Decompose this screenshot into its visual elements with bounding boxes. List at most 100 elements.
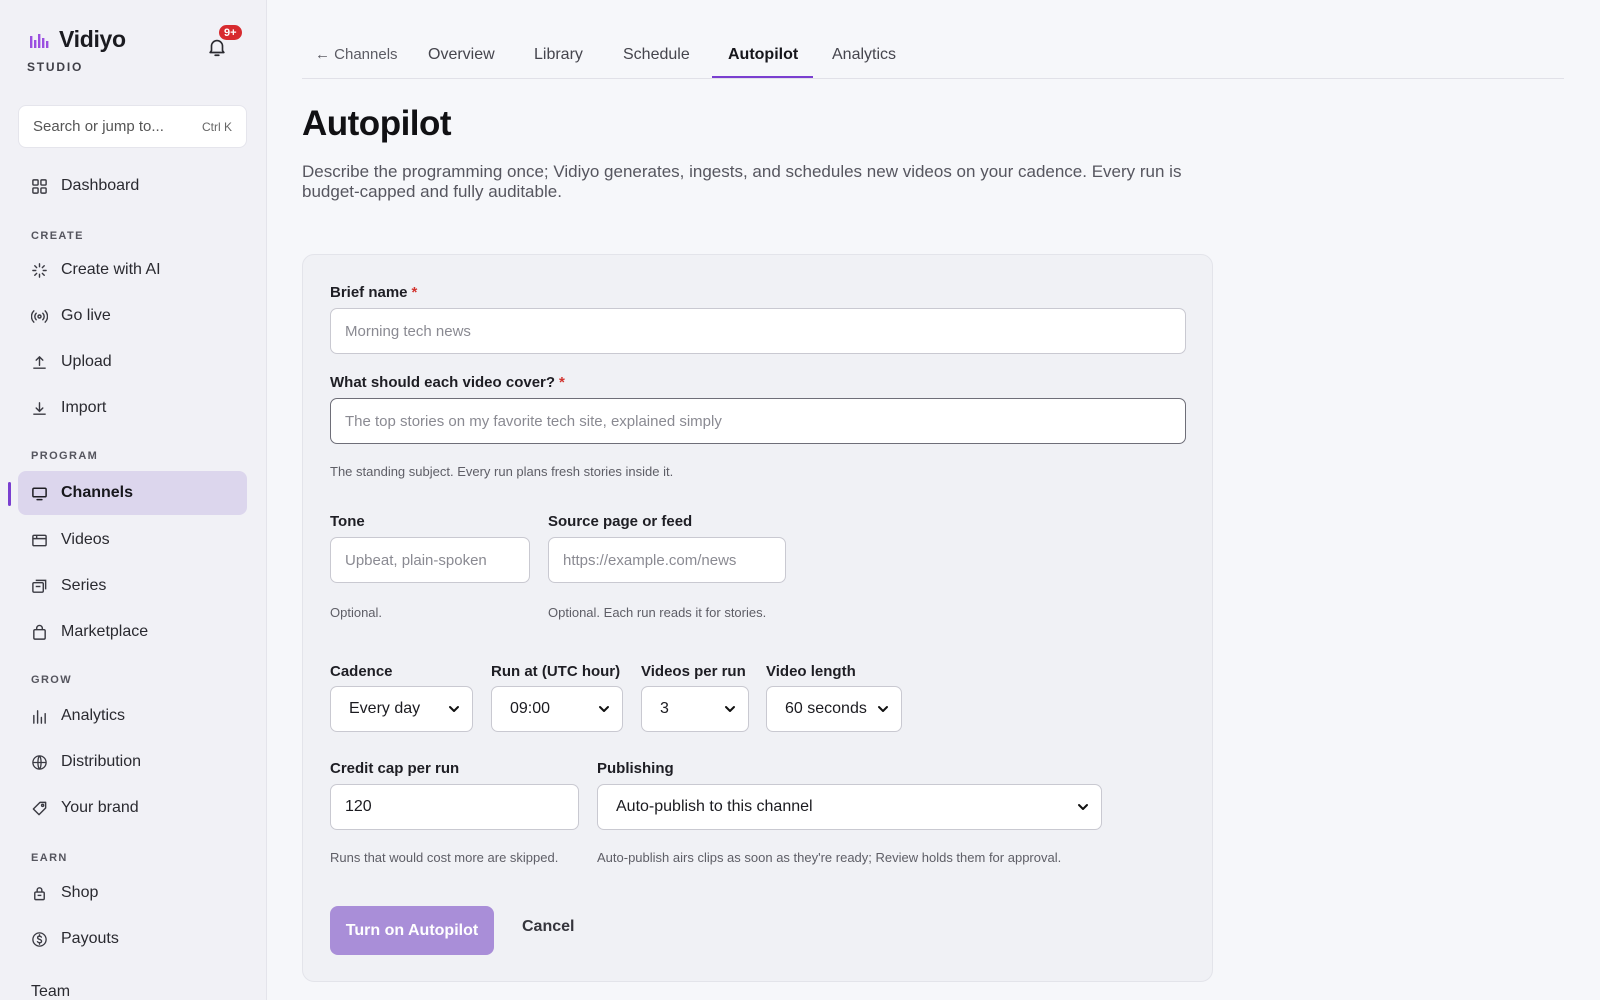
cadence-select[interactable]: Every day [330,686,473,732]
sidebar-item-label: Payouts [61,930,119,947]
publishing-value: Auto-publish to this channel [616,798,813,815]
sidebar-item-label: Import [61,399,107,416]
cover-label: What should each video cover? * [330,374,565,391]
sparkle-icon [32,262,47,278]
source-input[interactable] [548,537,786,583]
sidebar-item-label: Upload [61,353,112,370]
sidebar-item-shop[interactable]: Shop [18,871,247,915]
download-icon [33,401,46,415]
stack-icon [32,579,47,593]
grid-icon [32,178,47,194]
run-at-value: 09:00 [510,700,551,717]
sidebar-item-dashboard[interactable]: Dashboard [18,164,247,208]
sidebar-item-label: Dashboard [61,177,140,194]
sidebar-item-upload[interactable]: Upload [18,340,247,384]
required-mark: * [559,374,565,391]
sidebar-item-channels[interactable]: Channels [18,471,247,515]
bar-chart-icon [33,709,46,724]
tag-icon [32,801,47,815]
sidebar: Vidiyo STUDIO 9+ Search or jump to... Ct… [0,0,267,1000]
sidebar-item-label: Videos [61,531,110,548]
credit-cap-input[interactable] [330,784,579,830]
tone-label: Tone [330,513,365,530]
search-input[interactable]: Search or jump to... Ctrl K [18,105,247,148]
turn-on-autopilot-button[interactable]: Turn on Autopilot [330,906,494,955]
search-shortcut: Ctrl K [202,119,232,134]
broadcast-icon [31,309,48,323]
brief-name-label-text: Brief name [330,284,408,301]
lock-bag-icon [34,886,45,900]
globe-icon [32,754,47,770]
cadence-label: Cadence [330,663,393,680]
tab-overview[interactable]: Overview [428,46,495,79]
tab-back-channels[interactable]: ← Channels [315,46,398,79]
sidebar-item-label: Create with AI [61,261,161,278]
sidebar-item-your-brand[interactable]: Your brand [18,786,247,830]
dollar-circle-icon [32,931,47,947]
tab-analytics[interactable]: Analytics [832,46,896,79]
sidebar-item-label: Channels [61,484,134,501]
tab-library[interactable]: Library [534,46,583,79]
cadence-value: Every day [349,700,421,717]
tab-schedule[interactable]: Schedule [623,46,690,79]
active-indicator [8,482,11,506]
chevron-down-icon [599,706,609,712]
sidebar-item-marketplace[interactable]: Marketplace [18,610,247,654]
page-description: Describe the programming once; Vidiyo ge… [302,162,1182,201]
credit-cap-help: Runs that would cost more are skipped. [330,850,559,865]
sidebar-item-label: Shop [61,884,99,901]
sidebar-item-series[interactable]: Series [18,564,247,608]
sidebar-item-team[interactable]: Team [31,983,70,1000]
run-at-label: Run at (UTC hour) [491,663,621,680]
videos-per-run-value: 3 [660,700,669,717]
logo-bars-icon [30,33,49,48]
brief-name-input[interactable] [330,308,1186,354]
tone-input[interactable] [330,537,530,583]
video-length-value: 60 seconds [785,700,867,717]
run-at-select[interactable]: 09:00 [491,686,623,732]
tab-autopilot[interactable]: Autopilot [728,46,798,79]
chevron-down-icon [878,706,888,712]
tone-help: Optional. [330,605,383,620]
sidebar-item-label: Your brand [61,799,139,816]
notification-badge: 9+ [217,23,244,42]
chevron-down-icon [725,706,735,712]
sidebar-item-label: Marketplace [61,623,149,640]
sidebar-item-analytics[interactable]: Analytics [18,694,247,738]
videos-per-run-label: Videos per run [641,663,746,680]
sidebar-item-go-live[interactable]: Go live [18,294,247,338]
cover-label-text: What should each video cover? [330,374,556,391]
publishing-help: Auto-publish airs clips as soon as they'… [597,850,1062,865]
channel-tabs: ← Channels Overview Library Schedule Aut… [302,36,1564,79]
page-title: Autopilot [302,104,452,143]
brand-sub: STUDIO [27,60,84,74]
video-length-select[interactable]: 60 seconds [766,686,902,732]
sidebar-item-payouts[interactable]: Payouts [18,917,247,961]
source-help: Optional. Each run reads it for stories. [548,605,767,620]
sidebar-item-create-with-ai[interactable]: Create with AI [18,248,247,292]
cover-input[interactable] [330,398,1186,444]
required-mark: * [411,284,418,301]
sidebar-item-label: Distribution [61,753,142,770]
cover-help: The standing subject. Every run plans fr… [330,464,674,479]
source-label: Source page or feed [548,513,693,530]
film-icon [32,534,47,546]
section-program: PROGRAM [31,450,99,462]
chevron-down-icon [1078,804,1088,810]
shopping-bag-icon [33,624,46,640]
active-tab-underline [712,76,813,78]
publishing-label: Publishing [597,760,674,777]
sidebar-item-import[interactable]: Import [18,386,247,430]
cancel-button[interactable]: Cancel [522,918,574,936]
brand-name: Vidiyo [59,26,126,52]
brand[interactable]: Vidiyo [29,26,126,53]
monitor-icon [32,487,47,500]
sidebar-item-videos[interactable]: Videos [18,518,247,562]
videos-per-run-select[interactable]: 3 [641,686,749,732]
video-length-label: Video length [766,663,856,680]
sidebar-item-distribution[interactable]: Distribution [18,740,247,784]
upload-icon [33,355,46,369]
publishing-select[interactable]: Auto-publish to this channel [597,784,1102,830]
chevron-down-icon [449,706,459,712]
sidebar-item-label: Analytics [61,707,126,724]
